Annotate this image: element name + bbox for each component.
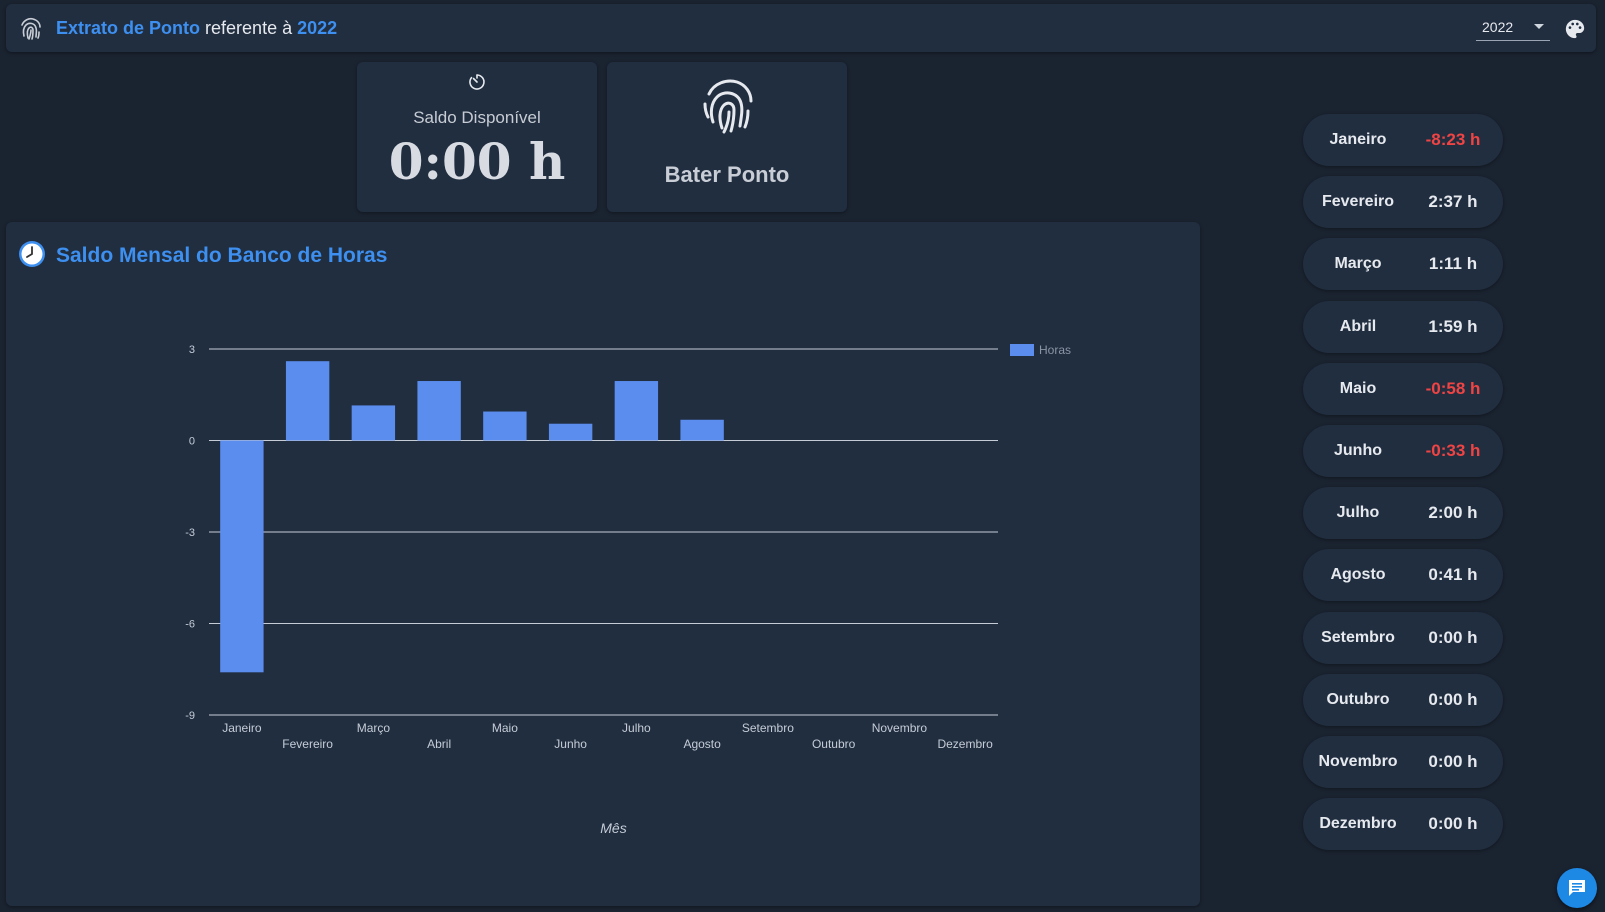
timer-icon (469, 74, 485, 90)
year-select[interactable]: 2022 (1476, 14, 1550, 41)
month-name: Junho (1334, 442, 1382, 459)
chart-card: Saldo Mensal do Banco de Horas 3 0 -3 -6 -9 J… (6, 222, 1200, 906)
chevron-down-icon (1534, 24, 1544, 29)
bar-chart: 3 0 -3 -6 -9 Janeiro Fevereiro Março Abril Maio Ju… (185, 343, 1071, 836)
month-name: Março (1334, 255, 1382, 273)
saldo-card: Saldo Disponível 0:00 h (357, 62, 597, 212)
month-value: 2:37 h (1428, 192, 1478, 212)
y-tick-label: 0 (189, 436, 195, 448)
bar (220, 440, 264, 673)
month-name: Setembro (1321, 628, 1395, 646)
month-item: Julho 2:00 h (1303, 487, 1503, 540)
month-value: -0:58 h (1425, 378, 1481, 398)
month-name: Abril (1339, 317, 1377, 335)
x-tick-label: Janeiro (222, 721, 262, 735)
y-tick-label: -6 (185, 619, 195, 631)
month-value: 0:00 h (1428, 814, 1478, 834)
x-tick-label: Fevereiro (282, 737, 333, 751)
chat-button[interactable] (1557, 868, 1597, 908)
month-item: Janeiro -8:23 h (1303, 114, 1503, 166)
bater-ponto-button[interactable]: Bater Ponto (607, 62, 847, 212)
bar (548, 423, 593, 441)
chat-icon (1569, 880, 1585, 896)
bater-ponto-label: Bater Ponto (664, 162, 790, 187)
month-name: Outubro (1326, 690, 1390, 708)
month-item: Junho -0:33 h (1303, 425, 1503, 477)
month-item: Agosto 0:41 h (1303, 549, 1503, 602)
x-tick-label: Março (357, 721, 391, 735)
legend-swatch (1010, 344, 1034, 356)
month-name: Novembro (1318, 753, 1398, 770)
title-year: 2022 (297, 18, 338, 38)
month-value: 0:00 h (1428, 752, 1478, 771)
month-value: 1:59 h (1428, 316, 1478, 336)
x-axis-label: Mês (600, 820, 626, 836)
month-name: Dezembro (1319, 815, 1397, 833)
year-select-value: 2022 (1482, 19, 1514, 35)
title-part2: referente à (205, 18, 293, 38)
x-tick-label: Abril (427, 737, 451, 751)
x-tick-label: Novembro (872, 721, 928, 735)
x-tick-label: Junho (554, 737, 587, 751)
month-value: 2:00 h (1428, 503, 1478, 523)
bar (614, 381, 659, 441)
month-value: -8:23 h (1425, 130, 1481, 149)
month-value: 0:00 h (1428, 627, 1478, 647)
palette-icon[interactable] (1564, 18, 1586, 40)
x-tick-label: Outubro (812, 737, 856, 751)
bar (680, 419, 724, 441)
x-tick-label: Julho (622, 721, 651, 735)
month-name: Maio (1339, 379, 1377, 397)
x-tick-label: Setembro (742, 721, 794, 735)
bar (417, 381, 461, 441)
month-item: Dezembro 0:00 h (1303, 798, 1503, 851)
fingerprint-icon (21, 17, 41, 40)
top-bar: Extrato de Ponto referente à 2022 2022 (6, 4, 1596, 52)
month-item: Novembro 0:00 h (1303, 736, 1503, 788)
month-value: -0:33 h (1425, 441, 1481, 460)
month-name: Agosto (1330, 566, 1386, 584)
month-item: Fevereiro 2:37 h (1303, 176, 1503, 229)
y-tick-label: -3 (185, 527, 195, 539)
page-title: Extrato de Ponto referente à 2022 (56, 18, 337, 39)
month-name: Janeiro (1329, 131, 1387, 148)
saldo-value: 0:00 h (388, 132, 566, 191)
month-name: Fevereiro (1321, 193, 1395, 211)
y-tick-label: -9 (185, 710, 195, 722)
month-item: Março 1:11 h (1303, 238, 1503, 291)
saldo-label: Saldo Disponível (413, 108, 541, 127)
y-tick-label: 3 (189, 344, 195, 356)
month-value: 0:41 h (1428, 565, 1478, 585)
title-part1: Extrato de Ponto (56, 18, 201, 38)
month-name: Julho (1336, 504, 1380, 522)
bar (285, 361, 330, 441)
month-value: 0:00 h (1428, 689, 1478, 709)
bar (483, 411, 527, 441)
bar (351, 405, 396, 441)
x-tick-label: Agosto (683, 737, 721, 751)
month-item: Outubro 0:00 h (1303, 673, 1503, 726)
month-value: 1:11 h (1428, 254, 1478, 274)
x-tick-label: Dezembro (937, 737, 993, 751)
fingerprint-icon (703, 79, 753, 134)
legend-label: Horas (1039, 343, 1071, 357)
x-tick-label: Maio (492, 721, 518, 735)
month-item: Maio -0:58 h (1303, 362, 1503, 415)
month-item: Setembro 0:00 h (1303, 611, 1503, 664)
month-item: Abril 1:59 h (1303, 300, 1503, 353)
